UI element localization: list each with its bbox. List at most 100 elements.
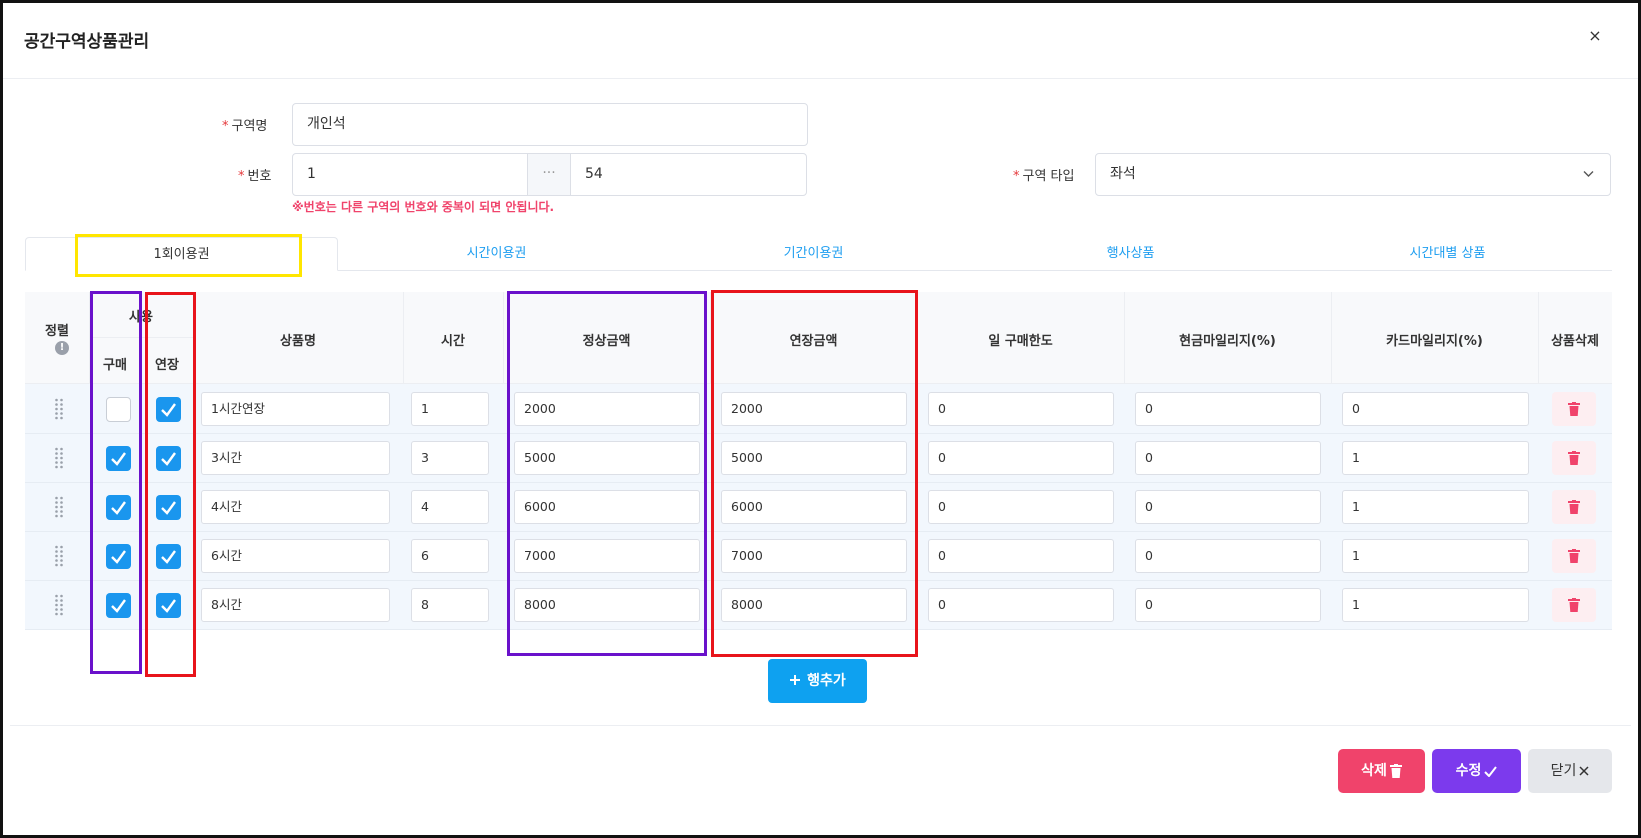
modal-title: 공간구역상품관리 <box>24 32 150 52</box>
regular-price-input[interactable]: 8000 <box>514 588 700 622</box>
extend-price-input[interactable]: 5000 <box>721 441 907 475</box>
cash-mileage-input[interactable]: 0 <box>1135 441 1321 475</box>
time-input[interactable]: 6 <box>411 539 489 573</box>
drag-handle-icon[interactable] <box>54 594 64 616</box>
extend-price-input[interactable]: 7000 <box>721 539 907 573</box>
extend-price-input[interactable]: 2000 <box>721 392 907 426</box>
delete-row-button[interactable] <box>1552 490 1596 524</box>
close-button[interactable]: 닫기 <box>1528 749 1612 793</box>
daily-limit-input[interactable]: 0 <box>928 490 1114 524</box>
tab-event-product[interactable]: 행사상품 <box>972 237 1289 271</box>
number-hint: ※번호는 다른 구역의 번호와 중복이 되면 안됩니다. <box>292 200 555 214</box>
header-regular-price: 정상금액 <box>582 334 631 349</box>
check-icon <box>1484 765 1498 778</box>
header-divider <box>3 78 1638 79</box>
daily-limit-input[interactable]: 0 <box>928 588 1114 622</box>
zone-name-label: * 구역명 <box>222 119 268 134</box>
number-from-input[interactable]: 1 <box>292 153 528 196</box>
header-card-mileage: 카드마일리지(%) <box>1386 334 1483 349</box>
product-name-input[interactable]: 6시간 <box>201 539 390 573</box>
header-time: 시간 <box>441 334 465 349</box>
extend-checkbox[interactable] <box>156 544 181 569</box>
trash-icon <box>1389 764 1402 778</box>
header-buy: 구매 <box>103 358 127 373</box>
time-input[interactable]: 4 <box>411 490 489 524</box>
buy-checkbox[interactable] <box>106 495 131 520</box>
extend-checkbox[interactable] <box>156 446 181 471</box>
card-mileage-input[interactable]: 0 <box>1342 392 1529 426</box>
plus-icon <box>790 675 801 685</box>
header-delete: 상품삭제 <box>1551 334 1599 349</box>
header-extend-price: 연장금액 <box>789 334 838 349</box>
regular-price-input[interactable]: 6000 <box>514 490 700 524</box>
buy-checkbox[interactable] <box>106 544 131 569</box>
daily-limit-input[interactable]: 0 <box>928 392 1114 426</box>
zone-name-input[interactable]: 개인석 <box>292 103 808 146</box>
extend-checkbox[interactable] <box>156 593 181 618</box>
regular-price-input[interactable]: 7000 <box>514 539 700 573</box>
drag-handle-icon[interactable] <box>54 496 64 518</box>
product-name-input[interactable]: 3시간 <box>201 441 390 475</box>
drag-handle-icon[interactable] <box>54 447 64 469</box>
number-range-separator: ··· <box>527 153 571 196</box>
buy-checkbox[interactable] <box>106 593 131 618</box>
close-icon <box>1579 766 1589 776</box>
cash-mileage-input[interactable]: 0 <box>1135 490 1321 524</box>
chevron-down-icon[interactable] <box>1583 168 1594 179</box>
card-mileage-input[interactable]: 1 <box>1342 441 1529 475</box>
time-input[interactable]: 8 <box>411 588 489 622</box>
cash-mileage-input[interactable]: 0 <box>1135 392 1321 426</box>
delete-button[interactable]: 삭제 <box>1338 749 1425 793</box>
header-daily-limit: 일 구매한도 <box>988 334 1053 349</box>
cash-mileage-input[interactable]: 0 <box>1135 588 1321 622</box>
add-row-label: 행추가 <box>807 673 846 689</box>
daily-limit-input[interactable]: 0 <box>928 539 1114 573</box>
buy-checkbox[interactable] <box>106 397 131 422</box>
delete-row-button[interactable] <box>1552 539 1596 573</box>
close-button-label: 닫기 <box>1550 763 1577 779</box>
regular-price-input[interactable]: 5000 <box>514 441 700 475</box>
number-label: * 번호 <box>238 169 272 184</box>
extend-price-input[interactable]: 8000 <box>721 588 907 622</box>
product-name-input[interactable]: 1시간연장 <box>201 392 390 426</box>
edit-button-label: 수정 <box>1455 763 1482 779</box>
time-input[interactable]: 3 <box>411 441 489 475</box>
extend-checkbox[interactable] <box>156 495 181 520</box>
header-extend: 연장 <box>155 358 179 373</box>
delete-row-button[interactable] <box>1552 392 1596 426</box>
daily-limit-input[interactable]: 0 <box>928 441 1114 475</box>
regular-price-input[interactable]: 2000 <box>514 392 700 426</box>
tab-time-slot-product[interactable]: 시간대별 상품 <box>1289 237 1606 271</box>
product-name-input[interactable]: 4시간 <box>201 490 390 524</box>
cash-mileage-input[interactable]: 0 <box>1135 539 1321 573</box>
header-cash-mileage: 현금마일리지(%) <box>1179 334 1276 349</box>
card-mileage-input[interactable]: 1 <box>1342 539 1529 573</box>
time-input[interactable]: 1 <box>411 392 489 426</box>
drag-handle-icon[interactable] <box>54 545 64 567</box>
zone-type-value: 좌석 <box>1110 166 1136 182</box>
footer-divider <box>10 725 1631 726</box>
delete-row-button[interactable] <box>1552 588 1596 622</box>
card-mileage-input[interactable]: 1 <box>1342 490 1529 524</box>
card-mileage-input[interactable]: 1 <box>1342 588 1529 622</box>
tab-time-pass[interactable]: 시간이용권 <box>338 237 655 271</box>
number-to-input[interactable]: 54 <box>570 153 807 196</box>
zone-type-select[interactable]: 좌석 <box>1095 153 1611 196</box>
tab-period-pass[interactable]: 기간이용권 <box>655 237 972 271</box>
delete-row-button[interactable] <box>1552 441 1596 475</box>
close-icon[interactable]: × <box>1586 27 1604 45</box>
info-icon: ! <box>55 341 69 355</box>
buy-checkbox[interactable] <box>106 446 131 471</box>
zone-type-label: * 구역 타입 <box>1013 169 1075 184</box>
edit-button[interactable]: 수정 <box>1432 749 1521 793</box>
header-product-name: 상품명 <box>280 334 316 349</box>
extend-checkbox[interactable] <box>156 397 181 422</box>
header-sort: 정렬 <box>45 324 69 339</box>
add-row-button[interactable]: 행추가 <box>768 659 867 703</box>
extend-price-input[interactable]: 6000 <box>721 490 907 524</box>
drag-handle-icon[interactable] <box>54 398 64 420</box>
delete-button-label: 삭제 <box>1361 763 1387 779</box>
product-name-input[interactable]: 8시간 <box>201 588 390 622</box>
tab-one-time-pass[interactable]: 1회이용권 <box>25 237 338 271</box>
header-use: 사용 <box>129 310 153 325</box>
